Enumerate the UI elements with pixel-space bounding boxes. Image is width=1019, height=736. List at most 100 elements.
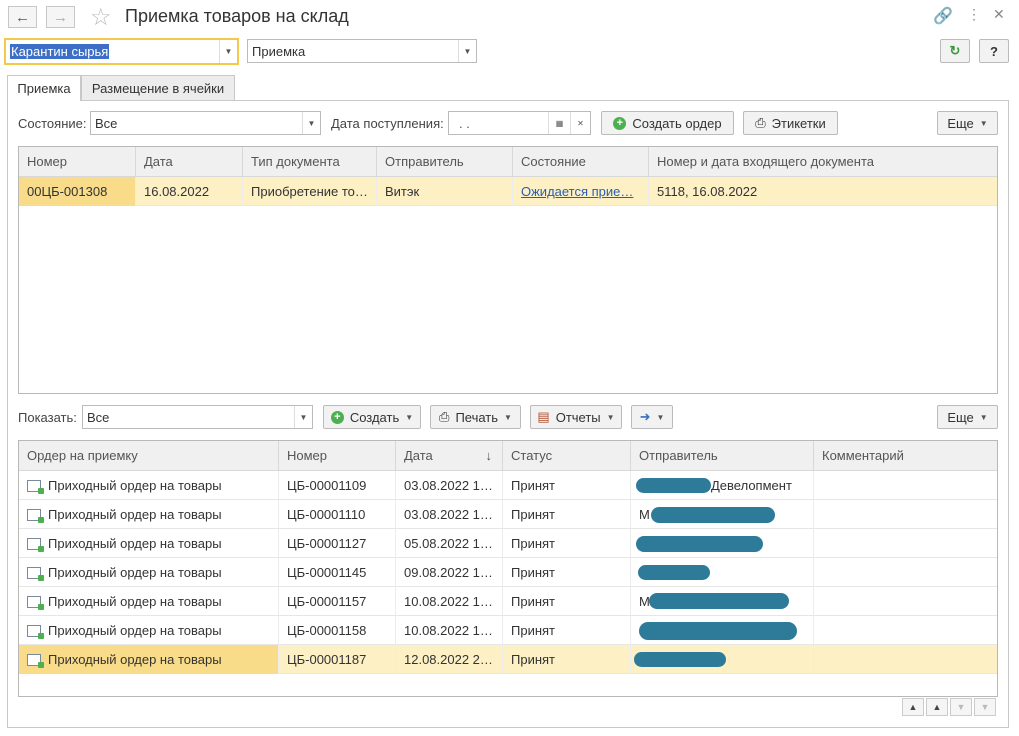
forward-button[interactable]: → xyxy=(46,6,75,28)
cell-comment[interactable] xyxy=(814,558,997,587)
column-header[interactable]: Тип документа xyxy=(243,147,377,177)
state-select[interactable]: Все ▼ xyxy=(90,111,321,135)
clear-icon[interactable]: ✕ xyxy=(570,112,590,134)
cell-date[interactable]: 10.08.2022 1… xyxy=(396,587,503,616)
scroll-top-button[interactable]: ▲ xyxy=(902,698,924,716)
cell-order[interactable]: Приходный ордер на товары xyxy=(19,471,279,500)
cell-status[interactable]: Принят xyxy=(503,558,631,587)
create-button[interactable]: + Создать ▼ xyxy=(323,405,421,429)
more-button-top[interactable]: Еще ▼ xyxy=(937,111,998,135)
cell-date[interactable]: 03.08.2022 1… xyxy=(396,500,503,529)
labels-button[interactable]: ⎙ Этикетки xyxy=(743,111,838,135)
cell-comment[interactable] xyxy=(814,645,997,674)
column-header[interactable]: Номер xyxy=(19,147,136,177)
cell-status[interactable]: Принят xyxy=(503,645,631,674)
cell-status[interactable]: Принят xyxy=(503,500,631,529)
calendar-icon[interactable]: ▦ xyxy=(548,112,570,134)
cell-order[interactable]: Приходный ордер на товары xyxy=(19,645,279,674)
table-row[interactable]: Приходный ордер на товары ЦБ-00001110 03.0… xyxy=(19,500,997,529)
cell-number[interactable]: 00ЦБ-001308 xyxy=(19,177,136,206)
orders-table[interactable]: Ордер на приемку Номер Дата ↓ Статус Отп… xyxy=(18,440,998,697)
cell-number[interactable]: ЦБ-00001158 xyxy=(279,616,396,645)
cell-doc-type[interactable]: Приобретение то… xyxy=(243,177,377,206)
tab-placement[interactable]: Размещение в ячейки xyxy=(81,75,235,100)
column-header[interactable]: Ордер на приемку xyxy=(19,441,279,471)
cell-order[interactable]: Приходный ордер на товары xyxy=(19,587,279,616)
cell-number[interactable]: ЦБ-00001109 xyxy=(279,471,396,500)
cell-order[interactable]: Приходный ордер на товары xyxy=(19,558,279,587)
reports-button[interactable]: ▤ Отчеты ▼ xyxy=(530,405,622,429)
table-row[interactable]: Приходный ордер на товары ЦБ-00001157 10.0… xyxy=(19,587,997,616)
go-button[interactable]: ➜ ▼ xyxy=(631,405,673,429)
column-header[interactable]: Дата xyxy=(136,147,243,177)
cell-date[interactable]: 10.08.2022 1… xyxy=(396,616,503,645)
create-order-button[interactable]: + Создать ордер xyxy=(601,111,734,135)
cell-date[interactable]: 03.08.2022 1… xyxy=(396,471,503,500)
table-row[interactable]: Приходный ордер на товары ЦБ-00001145 09.0… xyxy=(19,558,997,587)
close-icon[interactable]: ✕ xyxy=(993,6,1005,23)
date-field[interactable]: . . ▦ ✕ xyxy=(448,111,591,135)
scroll-down-button[interactable]: ▼ xyxy=(950,698,972,716)
receipts-table[interactable]: Номер Дата Тип документа Отправитель Сос… xyxy=(18,146,998,394)
table-row[interactable]: Приходный ордер на товары ЦБ-00001158 10.0… xyxy=(19,616,997,645)
cell-order[interactable]: Приходный ордер на товары xyxy=(19,616,279,645)
link-icon[interactable]: 🔗 xyxy=(933,6,953,26)
cell-sender[interactable]: Витэк xyxy=(377,177,513,206)
scroll-bottom-button[interactable]: ▼ xyxy=(974,698,996,716)
table-row[interactable]: 00ЦБ-001308 16.08.2022 Приобретение то… … xyxy=(19,177,997,206)
column-header[interactable]: Номер и дата входящего документа xyxy=(649,147,997,177)
cell-comment[interactable] xyxy=(814,616,997,645)
column-header[interactable]: Дата ↓ xyxy=(396,441,503,471)
cell-status[interactable]: Принят xyxy=(503,587,631,616)
chevron-down-icon[interactable]: ▼ xyxy=(219,40,237,63)
column-header[interactable]: Номер xyxy=(279,441,396,471)
print-button[interactable]: ⎙ Печать ▼ xyxy=(430,405,521,429)
scroll-up-button[interactable]: ▲ xyxy=(926,698,948,716)
cell-comment[interactable] xyxy=(814,500,997,529)
cell-number[interactable]: ЦБ-00001157 xyxy=(279,587,396,616)
cell-number[interactable]: ЦБ-00001145 xyxy=(279,558,396,587)
favorite-star-icon[interactable]: ☆ xyxy=(90,3,112,32)
cell-incoming[interactable]: 5118, 16.08.2022 xyxy=(649,177,997,206)
cell-date[interactable]: 12.08.2022 2… xyxy=(396,645,503,674)
column-header[interactable]: Комментарий xyxy=(814,441,997,471)
cell-date[interactable]: 05.08.2022 1… xyxy=(396,529,503,558)
cell-order[interactable]: Приходный ордер на товары xyxy=(19,529,279,558)
cell-date[interactable]: 16.08.2022 xyxy=(136,177,243,206)
table-row[interactable]: Приходный ордер на товары ЦБ-00001187 12.0… xyxy=(19,645,997,674)
cell-number[interactable]: ЦБ-00001187 xyxy=(279,645,396,674)
table-row[interactable]: Приходный ордер на товары ЦБ-00001127 05.0… xyxy=(19,529,997,558)
refresh-button[interactable]: ↻ xyxy=(940,39,970,63)
column-header[interactable]: Отправитель xyxy=(631,441,814,471)
tab-priemka[interactable]: Приемка xyxy=(7,75,81,101)
cell-comment[interactable] xyxy=(814,471,997,500)
more-button-bottom[interactable]: Еще ▼ xyxy=(937,405,998,429)
cell-state[interactable]: Ожидается прие… xyxy=(513,177,649,206)
cell-order[interactable]: Приходный ордер на товары xyxy=(19,500,279,529)
cell-comment[interactable] xyxy=(814,587,997,616)
cell-status[interactable]: Принят xyxy=(503,529,631,558)
chevron-down-icon[interactable]: ▼ xyxy=(294,406,312,428)
more-vertical-icon[interactable]: ⋮ xyxy=(967,6,981,23)
cell-status[interactable]: Принят xyxy=(503,471,631,500)
cell-number[interactable]: ЦБ-00001110 xyxy=(279,500,396,529)
column-header-label: Дата xyxy=(404,448,433,463)
labels-label: Этикетки xyxy=(771,115,826,131)
back-button[interactable]: ← xyxy=(8,6,37,28)
cell-number[interactable]: ЦБ-00001127 xyxy=(279,529,396,558)
show-select[interactable]: Все ▼ xyxy=(82,405,313,429)
cell-date[interactable]: 09.08.2022 1… xyxy=(396,558,503,587)
column-header[interactable]: Статус xyxy=(503,441,631,471)
column-header[interactable]: Отправитель xyxy=(377,147,513,177)
state-value: Все xyxy=(95,115,118,131)
warehouse-select[interactable]: Карантин сырья ▼ xyxy=(4,38,239,65)
help-button[interactable]: ? xyxy=(979,39,1009,63)
state-link[interactable]: Ожидается прие… xyxy=(521,184,633,199)
chevron-down-icon[interactable]: ▼ xyxy=(458,40,476,62)
chevron-down-icon[interactable]: ▼ xyxy=(302,112,320,134)
cell-status[interactable]: Принят xyxy=(503,616,631,645)
mode-select[interactable]: Приемка ▼ xyxy=(247,39,477,63)
table-row[interactable]: Приходный ордер на товары ЦБ-00001109 03.0… xyxy=(19,471,997,500)
column-header[interactable]: Состояние xyxy=(513,147,649,177)
cell-comment[interactable] xyxy=(814,529,997,558)
